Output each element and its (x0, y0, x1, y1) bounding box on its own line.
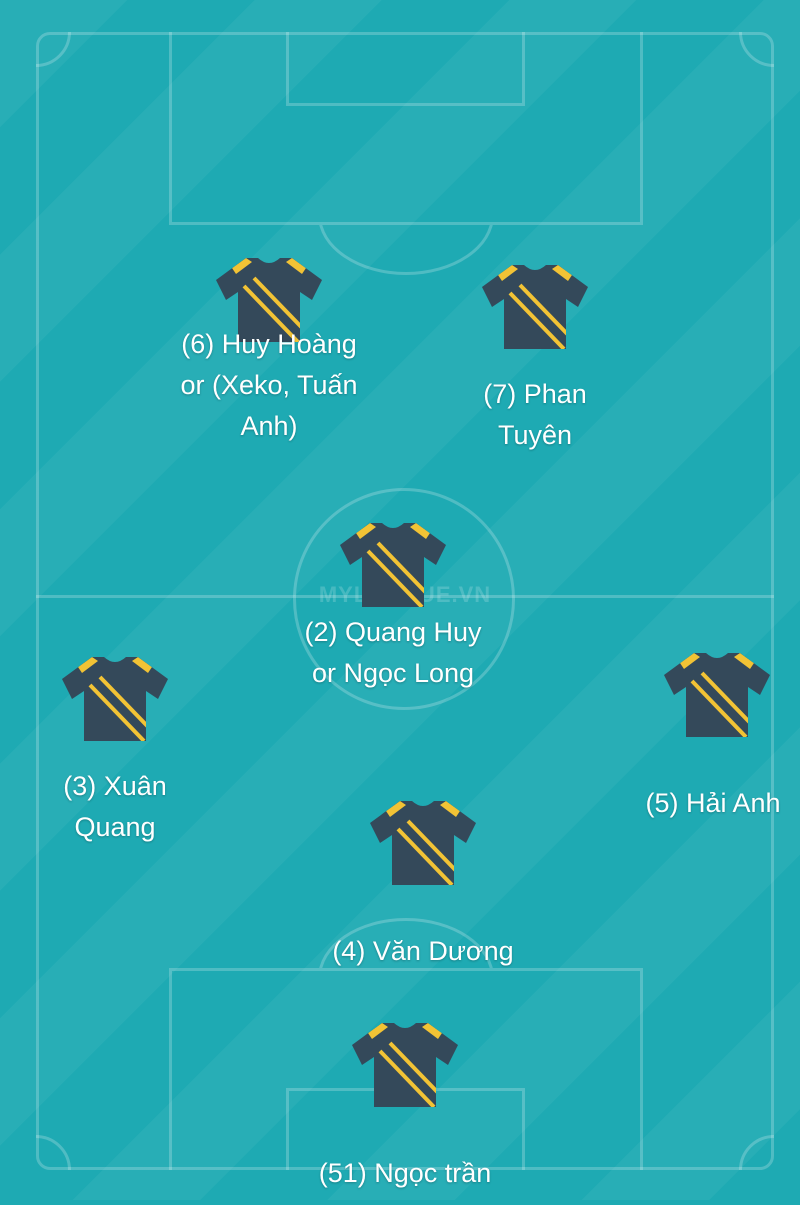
player-name: (5) Hải Anh (645, 788, 781, 818)
jersey-icon (664, 653, 770, 737)
jersey-icon (352, 1023, 458, 1107)
player-name: (7) Phan Tuyên (483, 379, 587, 450)
player-name: (51) Ngọc trần (318, 1158, 492, 1188)
corner-arc-bottom-right (739, 1135, 774, 1170)
corner-arc-top-left (36, 32, 71, 67)
jersey-icon (62, 657, 168, 741)
player-name: (2) Quang Huy or Ngọc Long (304, 617, 482, 688)
player-name: (3) Xuân Quang (63, 771, 167, 842)
corner-arc-bottom-left (36, 1135, 71, 1170)
jersey-icon (340, 523, 446, 607)
jersey-icon (482, 265, 588, 349)
player-name: (6) Huy Hoàng or (Xeko, Tuấn Anh) (180, 329, 358, 441)
jersey-icon (370, 801, 476, 885)
player-name: (4) Văn Dương (332, 936, 514, 966)
goal-area-top (286, 32, 525, 106)
